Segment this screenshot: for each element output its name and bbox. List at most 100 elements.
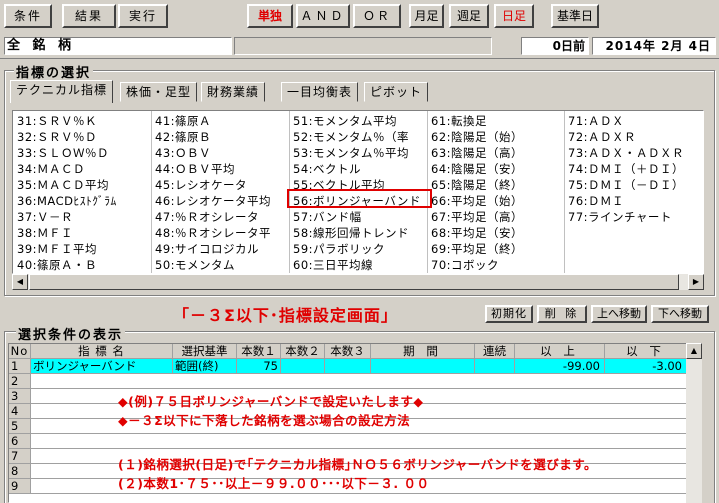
scroll-left-icon[interactable]: ◀ <box>12 274 28 290</box>
execute-button[interactable]: 実行 <box>118 4 168 28</box>
scroll-up-icon[interactable]: ▲ <box>686 343 702 359</box>
indicator-item[interactable]: 48:％Ｒオシレータ平 <box>151 225 289 241</box>
indicator-group-title: 指標の選択 <box>14 62 94 81</box>
row-number: 1 <box>9 359 31 374</box>
cell-period[interactable] <box>371 359 475 374</box>
cell-n1[interactable]: 75 <box>237 359 281 374</box>
instruction-note-2: ◆－３Σ以下に下落した銘柄を選ぶ場合の設定方法 <box>118 413 411 428</box>
date-field: 2014年 2月 4日 <box>592 37 716 55</box>
tab-ichimoku[interactable]: 一目均衡表 <box>281 82 359 102</box>
column-header-min: 以 上 <box>515 344 605 359</box>
indicator-item[interactable]: 57:バンド幅 <box>289 209 427 225</box>
indicator-item[interactable]: 59:パラボリック <box>289 241 427 257</box>
indicator-item[interactable]: 49:サイコロジカル <box>151 241 289 257</box>
move-down-button[interactable]: 下へ移動 <box>651 305 709 323</box>
indicator-item[interactable]: 51:モメンタム平均 <box>289 113 427 129</box>
scroll-thumb[interactable] <box>29 274 679 290</box>
indicator-item[interactable]: 33:ＳＬＯＷ％Ｄ <box>13 145 151 161</box>
delete-button[interactable]: 削 除 <box>537 305 587 323</box>
indicator-item[interactable]: 38:ＭＦＩ <box>13 225 151 241</box>
indicator-item[interactable]: 34:ＭＡＣＤ <box>13 161 151 177</box>
indicator-item[interactable]: 42:篠原Ｂ <box>151 129 289 145</box>
or-button[interactable]: ＯＲ <box>353 4 401 28</box>
init-button[interactable]: 初期化 <box>485 305 533 323</box>
single-button[interactable]: 単独 <box>247 4 293 28</box>
indicator-item[interactable]: 77:ラインチャート <box>564 209 703 225</box>
cell-min[interactable]: -99.00 <box>515 359 605 374</box>
cell-n3[interactable] <box>325 359 371 374</box>
condition-button[interactable]: 条件 <box>4 4 52 28</box>
base-date-button[interactable]: 基準日 <box>551 4 599 28</box>
conditions-vertical-scrollbar[interactable]: ▲ <box>686 343 702 503</box>
indicator-item[interactable]: 71:ＡＤＸ <box>564 113 703 129</box>
indicator-column-5: 71:ＡＤＸ 72:ＡＤＸＲ 73:ＡＤＸ・ＡＤＸＲ 74:ＤＭＩ（＋ＤＩ） 7… <box>564 113 703 225</box>
stock-bar: 全 銘 柄 0日前 2014年 2月 4日 <box>0 33 719 59</box>
indicator-list[interactable]: 31:ＳＲＶ％Ｋ 32:ＳＲＶ％Ｄ 33:ＳＬＯＷ％Ｄ 34:ＭＡＣＤ 35:Ｍ… <box>12 110 704 274</box>
indicator-item[interactable]: 43:ＯＢＶ <box>151 145 289 161</box>
indicator-item[interactable]: 73:ＡＤＸ・ＡＤＸＲ <box>564 145 703 161</box>
indicator-item[interactable]: 74:ＤＭＩ（＋ＤＩ） <box>564 161 703 177</box>
column-header-n3: 本数３ <box>325 344 371 359</box>
column-header-n1: 本数１ <box>237 344 281 359</box>
cell-n2[interactable] <box>281 359 325 374</box>
indicator-item[interactable]: 69:平均足（終） <box>427 241 564 257</box>
indicator-item[interactable]: 58:線形回帰トレンド <box>289 225 427 241</box>
indicator-item[interactable]: 41:篠原Ａ <box>151 113 289 129</box>
stock-name-field[interactable]: 全 銘 柄 <box>4 37 232 55</box>
indicator-item[interactable]: 55:ベクトル平均 <box>289 177 427 193</box>
tab-financial[interactable]: 財務業績 <box>201 82 266 102</box>
indicator-item[interactable]: 40:篠原Ａ・Ｂ <box>13 257 151 273</box>
row-number: 2 <box>9 374 31 389</box>
indicator-item[interactable]: 52:モメンタム％（率 <box>289 129 427 145</box>
cell-max[interactable]: -3.00 <box>605 359 687 374</box>
indicator-item[interactable]: 76:ＤＭＩ <box>564 193 703 209</box>
column-header-name: 指 標 名 <box>31 344 173 359</box>
tab-price-candle[interactable]: 株価・足型 <box>120 82 198 102</box>
indicator-item[interactable]: 66:平均足（始） <box>427 193 564 209</box>
indicator-item[interactable]: 62:陰陽足（始） <box>427 129 564 145</box>
table-row[interactable] <box>31 374 687 389</box>
cell-renzoku[interactable] <box>475 359 515 374</box>
indicator-item-bollinger[interactable]: 56:ボリンジャーバンド <box>289 193 427 209</box>
indicator-item[interactable]: 53:モメンタム％平均 <box>289 145 427 161</box>
indicator-item[interactable]: 31:ＳＲＶ％Ｋ <box>13 113 151 129</box>
and-button[interactable]: ＡＮＤ <box>296 4 350 28</box>
indicator-item[interactable]: 35:ＭＡＣＤ平均 <box>13 177 151 193</box>
indicator-item[interactable]: 75:ＤＭＩ（－ＤＩ） <box>564 177 703 193</box>
indicator-item[interactable]: 65:陰陽足（終） <box>427 177 564 193</box>
move-up-button[interactable]: 上へ移動 <box>591 305 647 323</box>
result-button[interactable]: 結果 <box>62 4 116 28</box>
indicator-item[interactable]: 36:MACDﾋｽﾄｸﾞﾗﾑ <box>13 193 151 209</box>
indicator-item[interactable]: 68:平均足（安） <box>427 225 564 241</box>
indicator-item[interactable]: 70:コボック <box>427 257 564 273</box>
indicator-item[interactable]: 60:三日平均線 <box>289 257 427 273</box>
indicator-item[interactable]: 67:平均足（高） <box>427 209 564 225</box>
monthly-button[interactable]: 月足 <box>409 4 444 28</box>
indicator-column-3: 51:モメンタム平均 52:モメンタム％（率 53:モメンタム％平均 54:ベク… <box>289 113 427 273</box>
daily-button[interactable]: 日足 <box>494 4 534 28</box>
cell-basis[interactable]: 範囲(終) <box>173 359 237 374</box>
indicator-item[interactable]: 50:モメンタム <box>151 257 289 273</box>
row-number: 6 <box>9 434 31 449</box>
indicator-item[interactable]: 47:％Ｒオシレータ <box>151 209 289 225</box>
cell-indicator-name[interactable]: ボリンジャーバンド <box>31 359 173 374</box>
indicator-item[interactable]: 32:ＳＲＶ％Ｄ <box>13 129 151 145</box>
indicator-item[interactable]: 37:Ｖ－Ｒ <box>13 209 151 225</box>
indicator-item[interactable]: 61:転換足 <box>427 113 564 129</box>
indicator-item[interactable]: 45:レシオケータ <box>151 177 289 193</box>
row-number: 7 <box>9 449 31 464</box>
tab-pivot[interactable]: ピボット <box>364 82 429 102</box>
screen-caption: 「－３Σ以下･指標設定画面」 <box>173 306 398 325</box>
indicator-item[interactable]: 54:ベクトル <box>289 161 427 177</box>
weekly-button[interactable]: 週足 <box>449 4 489 28</box>
scroll-right-icon[interactable]: ▶ <box>688 274 704 290</box>
indicator-item[interactable]: 39:ＭＦＩ平均 <box>13 241 151 257</box>
indicator-item[interactable]: 72:ＡＤＸＲ <box>564 129 703 145</box>
indicator-item[interactable]: 46:レシオケータ平均 <box>151 193 289 209</box>
indicator-horizontal-scrollbar[interactable]: ◀ ▶ <box>12 274 704 290</box>
indicator-item[interactable]: 63:陰陽足（高） <box>427 145 564 161</box>
indicator-item[interactable]: 64:陰陽足（安） <box>427 161 564 177</box>
tab-technical[interactable]: テクニカル指標 <box>10 80 114 103</box>
table-row[interactable] <box>31 434 687 449</box>
indicator-item[interactable]: 44:ＯＢＶ平均 <box>151 161 289 177</box>
